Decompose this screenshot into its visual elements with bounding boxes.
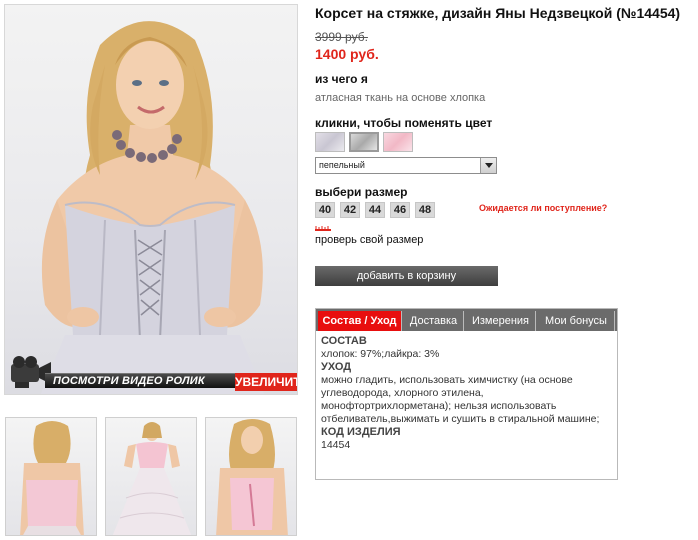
old-price: 3999 руб. bbox=[315, 30, 368, 44]
model-photo-illustration bbox=[40, 21, 265, 394]
size-option-42[interactable]: 42 bbox=[340, 202, 360, 218]
video-strip: ПОСМОТРИ ВИДЕО РОЛИК УВЕЛИЧИТЬ bbox=[5, 352, 297, 394]
product-code-value: 14454 bbox=[321, 439, 351, 451]
main-product-photo[interactable]: ПОСМОТРИ ВИДЕО РОЛИК УВЕЛИЧИТЬ bbox=[4, 4, 298, 395]
tab-content: СОСТАВ хлопок: 97%;лайкра: 3% УХОД можно… bbox=[321, 335, 611, 452]
color-swatch-pink[interactable] bbox=[383, 132, 413, 152]
composition-heading: СОСТАВ bbox=[321, 335, 367, 347]
size-option-40[interactable]: 40 bbox=[315, 202, 335, 218]
watch-video-bar[interactable]: ПОСМОТРИ ВИДЕО РОЛИК bbox=[45, 373, 235, 388]
info-tabs-panel: Состав / Уход Доставка Измерения Мои бон… bbox=[315, 308, 618, 480]
color-swatch-grey[interactable] bbox=[349, 132, 379, 152]
size-heading: выбери размер bbox=[315, 185, 408, 199]
composition-value: хлопок: 97%;лайкра: 3% bbox=[321, 348, 440, 360]
ruler-icon bbox=[315, 226, 331, 231]
check-size-link[interactable]: проверь свой размер bbox=[315, 234, 423, 246]
material-heading: из чего я bbox=[315, 72, 368, 86]
tab-bar: Состав / Уход Доставка Измерения Мои бон… bbox=[316, 309, 617, 331]
color-select-value: пепельный bbox=[319, 160, 365, 170]
care-heading: УХОД bbox=[321, 361, 352, 373]
color-select[interactable]: пепельный bbox=[315, 157, 497, 174]
thumbnail-back-view[interactable] bbox=[5, 417, 97, 536]
zoom-button[interactable]: УВЕЛИЧИТЬ bbox=[235, 373, 297, 391]
watch-video-label: ПОСМОТРИ ВИДЕО РОЛИК bbox=[53, 375, 205, 387]
thumbnail-front-closeup[interactable] bbox=[205, 417, 297, 536]
color-heading: кликни, чтобы поменять цвет bbox=[315, 116, 493, 130]
tab-measurements[interactable]: Измерения bbox=[466, 311, 536, 331]
thumbnail-full-image bbox=[112, 422, 192, 535]
expected-arrival-link[interactable]: Ожидается ли поступление? bbox=[479, 203, 607, 213]
tab-composition-care[interactable]: Состав / Уход bbox=[318, 311, 402, 331]
thumbnail-closeup-image bbox=[216, 419, 288, 535]
new-price: 1400 руб. bbox=[315, 46, 379, 62]
size-option-46[interactable]: 46 bbox=[390, 202, 410, 218]
color-swatch-lilac-grey[interactable] bbox=[315, 132, 345, 152]
tab-bonuses[interactable]: Мои бонусы bbox=[538, 311, 615, 331]
product-title: Корсет на стяжке, дизайн Яны Недзвецкой … bbox=[315, 5, 681, 21]
material-value: атласная ткань на основе хлопка bbox=[315, 92, 486, 104]
tab-delivery[interactable]: Доставка bbox=[404, 311, 464, 331]
size-option-48[interactable]: 48 bbox=[415, 202, 435, 218]
product-code-heading: КОД ИЗДЕЛИЯ bbox=[321, 426, 401, 438]
chevron-down-icon[interactable] bbox=[480, 158, 496, 173]
thumbnail-back-image bbox=[20, 421, 84, 535]
care-value: можно гладить, использовать химчистку (н… bbox=[321, 374, 600, 425]
thumbnail-full-length[interactable] bbox=[105, 417, 197, 536]
add-to-cart-button[interactable]: добавить в корзину bbox=[315, 266, 498, 286]
size-option-44[interactable]: 44 bbox=[365, 202, 385, 218]
